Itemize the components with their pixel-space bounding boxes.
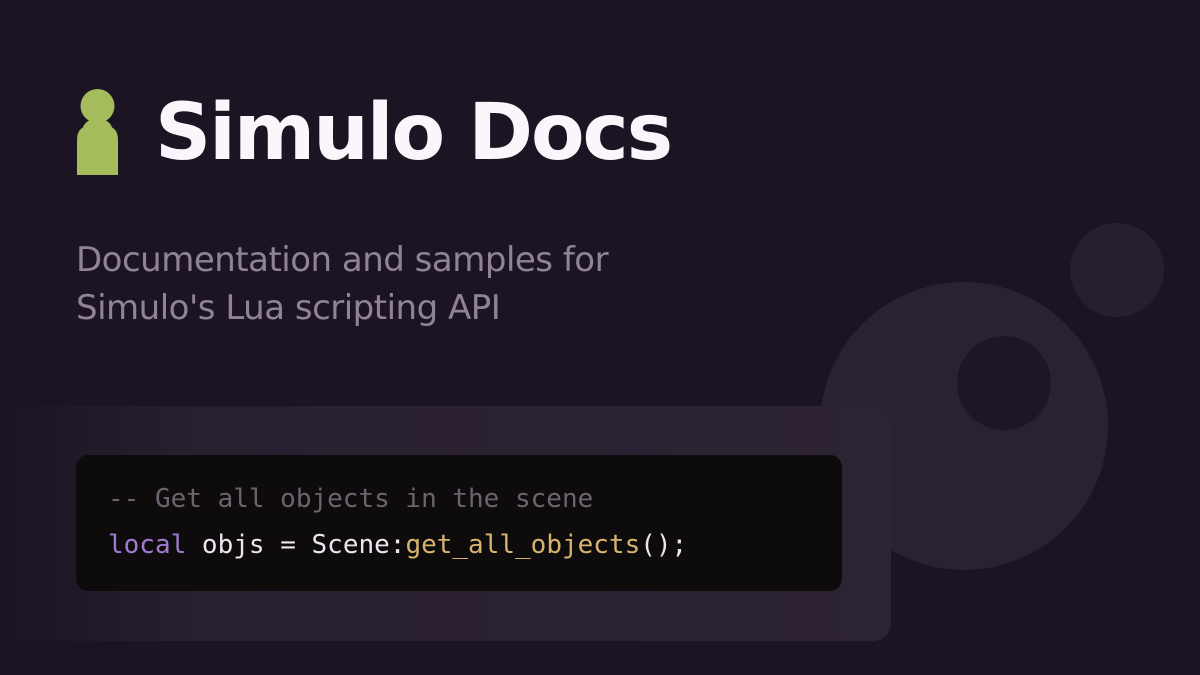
subtitle-line-1: Documentation and samples for — [76, 240, 609, 280]
subtitle-line-2: Simulo's Lua scripting API — [76, 288, 501, 328]
code-keyword: local — [108, 530, 187, 560]
code-comment-line: -- Get all objects in the scene — [108, 484, 594, 514]
code-sample: -- Get all objects in the scene local ob… — [76, 455, 842, 591]
page-subtitle: Documentation and samples for Simulo's L… — [76, 236, 776, 332]
code-assignment: objs = Scene: — [186, 530, 406, 560]
background-decoration-ring-hole — [957, 336, 1051, 430]
code-function-name: get_all_objects — [405, 530, 641, 560]
page-title: Simulo Docs — [155, 88, 673, 178]
code-statement-line: local objs = Scene:get_all_objects(); — [108, 528, 687, 562]
person-icon — [77, 89, 118, 175]
background-decoration-circle — [1070, 223, 1164, 317]
code-call-tail: (); — [640, 530, 688, 560]
